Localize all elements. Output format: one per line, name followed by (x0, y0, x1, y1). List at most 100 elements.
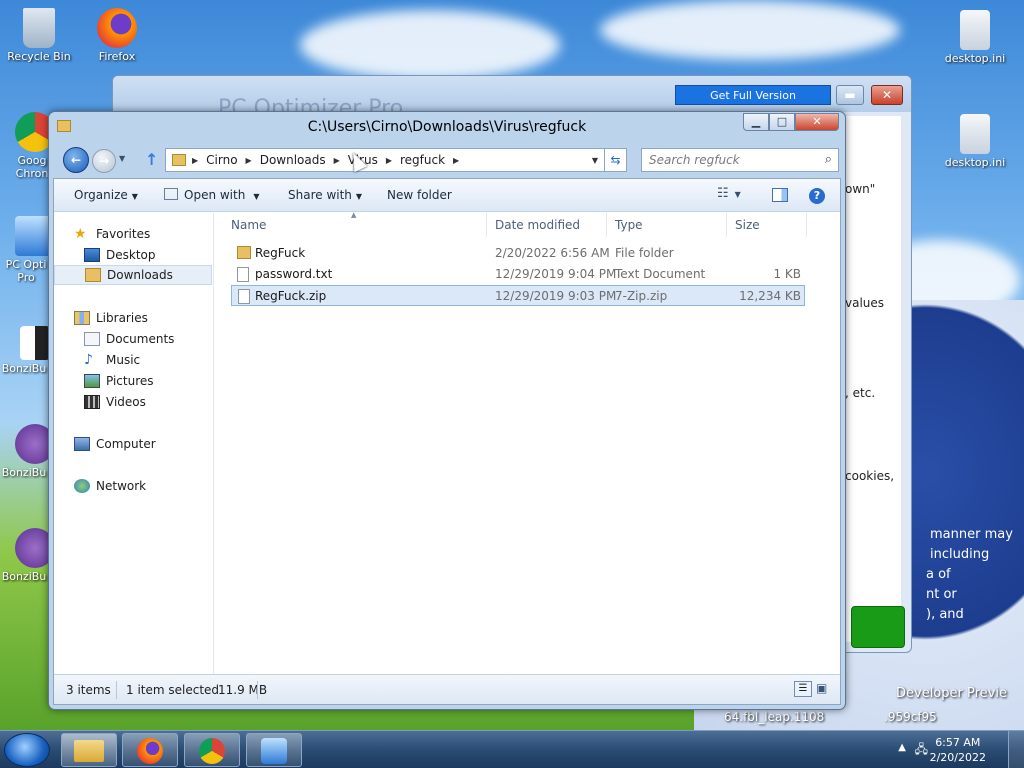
show-desktop-button[interactable] (1008, 731, 1024, 768)
optimizer-green-button[interactable] (851, 606, 905, 648)
nav-documents[interactable]: Documents (54, 329, 212, 349)
file-list: Name ▲ Date modified Type Size RegFuck 2… (215, 211, 840, 674)
chevron-right-icon[interactable]: ▶ (192, 156, 198, 165)
file-row[interactable]: password.txt 12/29/2019 9:04 PM Text Doc… (231, 264, 805, 285)
watermark-line1: Developer Previe (896, 686, 1007, 701)
get-full-version-button[interactable]: Get Full Version (675, 85, 831, 105)
breadcrumb: ▶ Cirno ▶ Downloads ▶ Virus ▶ regfuck ▶ (192, 153, 467, 167)
nav-music[interactable]: ♪ Music (54, 350, 212, 370)
nav-videos[interactable]: Videos (54, 392, 212, 412)
documents-icon (84, 332, 100, 346)
minimize-button[interactable]: ▁ (743, 113, 769, 131)
nav-desktop[interactable]: Desktop (54, 245, 212, 265)
file-size: 12,234 KB (739, 289, 801, 303)
chevron-right-icon[interactable]: ▶ (453, 156, 459, 165)
clock[interactable]: 6:57 AM 2/20/2022 (930, 735, 986, 765)
share-with-button[interactable]: Share with ▼ (288, 188, 362, 202)
nav-label: Network (96, 479, 147, 493)
file-row-selected[interactable]: RegFuck.zip 12/29/2019 9:03 PM 7-Zip.zip… (231, 285, 805, 306)
library-icon (74, 311, 90, 325)
firefox-icon (97, 8, 137, 48)
window-title: C:\Users\Cirno\Downloads\Virus\regfuck (307, 119, 587, 135)
details-view-icon[interactable]: ☰ (794, 681, 812, 697)
chevron-right-icon[interactable]: ▶ (386, 156, 392, 165)
optimizer-text: cookies, (845, 469, 895, 483)
taskbar-pc-optimizer[interactable] (246, 733, 302, 767)
divider (116, 681, 117, 699)
close-button[interactable]: ✕ (795, 113, 839, 131)
nav-libraries[interactable]: Libraries (54, 308, 212, 328)
preview-pane-icon[interactable] (772, 188, 788, 202)
explorer-content: Organize ▼ Open with ▼ Share with ▼ New fol… (53, 178, 841, 705)
taskbar-chrome[interactable] (184, 733, 240, 767)
nav-label: Music (106, 353, 141, 367)
forward-button[interactable]: → (92, 149, 116, 173)
tray-expand-icon[interactable]: ▲ (898, 742, 906, 753)
desktop-icon-firefox[interactable]: Firefox (82, 8, 152, 63)
optimizer-minimize-button[interactable]: ▬ (836, 85, 864, 105)
explorer-titlebar[interactable]: C:\Users\Cirno\Downloads\Virus\regfuck ▁… (49, 112, 845, 144)
watermark-line3: .959cf95 (884, 710, 937, 724)
nav-pictures[interactable]: Pictures (54, 371, 212, 391)
taskbar-firefox[interactable] (122, 733, 178, 767)
taskbar-explorer[interactable] (61, 733, 117, 767)
column-header-size[interactable]: Size (727, 213, 807, 237)
file-row[interactable]: RegFuck 2/20/2022 6:56 AM File folder (231, 243, 805, 264)
help-icon[interactable]: ? (809, 188, 825, 204)
address-dropdown-icon[interactable]: ▼ (592, 156, 598, 165)
file-name: RegFuck (255, 246, 306, 260)
recent-pages-dropdown[interactable]: ▼ (119, 154, 125, 163)
cloud (300, 10, 560, 80)
large-icons-view-icon[interactable]: ▣ (816, 681, 832, 697)
desktop-icon-label: desktop.ini (944, 156, 1006, 169)
nav-label: Desktop (106, 248, 156, 262)
computer-icon (74, 437, 90, 451)
refresh-button[interactable]: ⇆ (605, 148, 627, 172)
explorer-window[interactable]: C:\Users\Cirno\Downloads\Virus\regfuck ▁… (48, 111, 846, 710)
view-options-icon[interactable]: ☷ ▼ (717, 186, 741, 204)
file-type: 7-Zip.zip (615, 289, 668, 303)
nav-favorites[interactable]: ★ Favorites (54, 224, 212, 244)
chrome-icon (199, 738, 225, 764)
desktop-icon-desktop-ini[interactable]: desktop.ini (940, 10, 1010, 65)
column-header-date[interactable]: Date modified (487, 213, 607, 237)
start-button[interactable] (4, 733, 50, 767)
search-input[interactable]: Search regfuck ⌕ (641, 148, 839, 172)
music-icon: ♪ (84, 352, 93, 368)
pc-optimizer-icon (261, 738, 287, 764)
optimizer-close-button[interactable]: ✕ (871, 85, 903, 105)
column-header-type[interactable]: Type (607, 213, 727, 237)
search-icon[interactable]: ⌕ (825, 149, 832, 171)
desktop-icon-recycle-bin[interactable]: Recycle Bin (4, 8, 74, 63)
desktop-icon-label: Goog Chron (15, 154, 49, 180)
breadcrumb-regfuck[interactable]: regfuck (400, 153, 445, 167)
organize-label: Organize (74, 188, 128, 202)
chevron-down-icon: ▼ (253, 192, 260, 201)
breadcrumb-cirno[interactable]: Cirno (206, 153, 237, 167)
desktop-icon-label: Recycle Bin (7, 50, 71, 63)
network-icon (74, 479, 90, 493)
up-arrow-icon[interactable]: ↑ (145, 150, 158, 169)
breadcrumb-downloads[interactable]: Downloads (260, 153, 326, 167)
file-date: 12/29/2019 9:03 PM (495, 289, 617, 303)
taskbar: ▲ 🖧 6:57 AM 2/20/2022 (0, 730, 1024, 768)
new-folder-button[interactable]: New folder (387, 188, 452, 202)
network-tray-icon[interactable]: 🖧 (915, 740, 928, 761)
nav-downloads[interactable]: Downloads (54, 265, 212, 285)
open-with-button[interactable]: Open with ▼ (164, 188, 259, 202)
desktop-icon-label: BonziBu (1, 362, 47, 375)
folder-icon (172, 154, 186, 166)
nav-network[interactable]: Network (54, 476, 212, 496)
back-button[interactable]: ← (63, 147, 89, 173)
caption-buttons: ▁ □ ✕ (743, 113, 839, 131)
clock-date: 2/20/2022 (929, 751, 986, 764)
nav-computer[interactable]: Computer (54, 434, 212, 454)
address-bar[interactable]: ▶ Cirno ▶ Downloads ▶ Virus ▶ regfuck ▶ … (165, 148, 605, 172)
organize-button[interactable]: Organize ▼ (74, 188, 138, 202)
maximize-button[interactable]: □ (769, 113, 795, 131)
chevron-right-icon[interactable]: ▶ (334, 156, 340, 165)
optimizer-titlebar[interactable]: PC Optimizer Pro Get Full Version ▬ ✕ (113, 76, 911, 121)
desktop-icon-desktop-ini-2[interactable]: desktop.ini (940, 114, 1010, 169)
sort-arrow-icon: ▲ (351, 211, 357, 219)
chevron-right-icon[interactable]: ▶ (246, 156, 252, 165)
